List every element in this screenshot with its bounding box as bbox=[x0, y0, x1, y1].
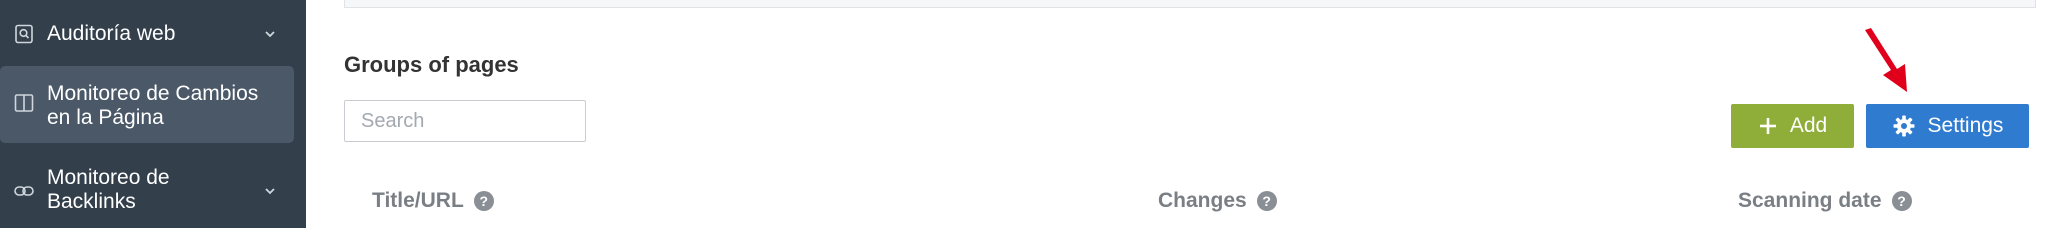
book-icon bbox=[13, 92, 35, 114]
main-content: Groups of pages Add bbox=[306, 0, 2052, 228]
chevron-down-icon[interactable] bbox=[262, 26, 278, 42]
column-header-label: Title/URL bbox=[372, 189, 464, 212]
page-title: Groups of pages bbox=[344, 52, 519, 77]
settings-button[interactable]: Settings bbox=[1866, 104, 2029, 148]
sidebar-item-label: Monitoreo de Cambios en la Página bbox=[47, 82, 259, 129]
help-icon[interactable]: ? bbox=[473, 191, 494, 211]
sidebar-item-label: Monitoreo de Backlinks bbox=[47, 166, 170, 213]
link-icon bbox=[13, 180, 35, 202]
column-header-title-url[interactable]: Title/URL ? bbox=[372, 189, 494, 213]
chevron-down-icon[interactable] bbox=[262, 183, 278, 199]
annotation-arrow-icon bbox=[1865, 28, 1907, 92]
sidebar-item-monitoreo-cambios[interactable]: Monitoreo de Cambios en la Página bbox=[0, 66, 294, 143]
gear-icon bbox=[1892, 114, 1916, 138]
help-icon[interactable]: ? bbox=[1891, 191, 1912, 211]
settings-button-label: Settings bbox=[1927, 114, 2004, 137]
search-input[interactable] bbox=[344, 100, 586, 142]
column-header-label: Scanning date bbox=[1738, 189, 1882, 212]
search-document-icon bbox=[13, 23, 35, 45]
help-icon[interactable]: ? bbox=[1256, 191, 1277, 211]
column-header-changes[interactable]: Changes ? bbox=[1158, 189, 1277, 213]
column-header-label: Changes bbox=[1158, 189, 1247, 212]
add-button[interactable]: Add bbox=[1731, 104, 1854, 148]
column-header-scanning-date[interactable]: Scanning date ? bbox=[1738, 189, 1912, 213]
sidebar: Auditoría web Monitoreo de Cambios en la… bbox=[0, 0, 306, 228]
add-button-label: Add bbox=[1789, 114, 1828, 137]
plus-icon bbox=[1758, 116, 1778, 136]
sidebar-item-monitoreo-backlinks[interactable]: Monitoreo de Backlinks bbox=[0, 166, 306, 216]
sidebar-item-label: Auditoría web bbox=[47, 22, 176, 45]
sidebar-item-auditoria-web[interactable]: Auditoría web bbox=[0, 18, 306, 50]
top-panel bbox=[344, 0, 2036, 8]
